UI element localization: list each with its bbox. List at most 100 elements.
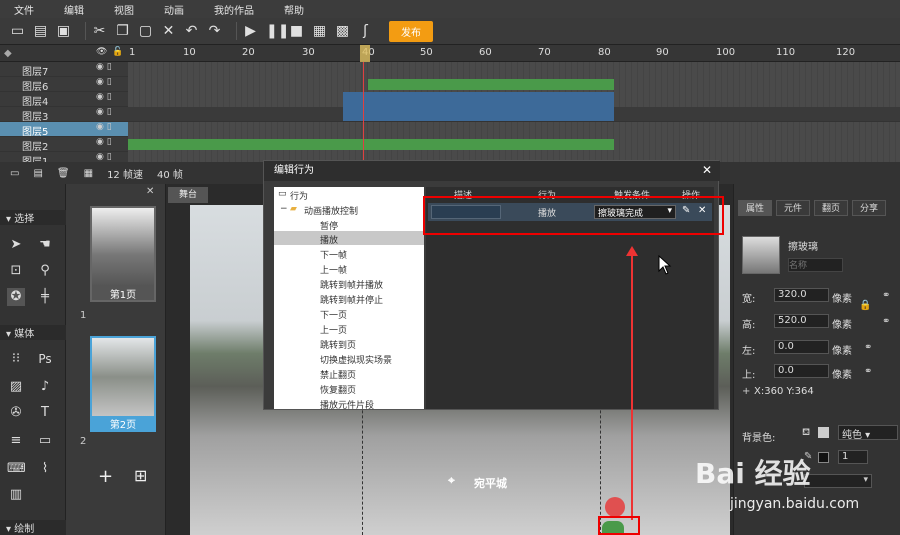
tab-share[interactable]: 分享 [852, 200, 886, 216]
menu-edit[interactable]: 编辑 [64, 2, 84, 17]
layer-frames[interactable] [128, 92, 900, 122]
visibility-lock-icon[interactable]: ◉ ▯ [96, 107, 112, 117]
apps-icon[interactable]: ⁝⁝ [7, 350, 25, 368]
page-thumbnail-selected[interactable]: 第2页 [90, 336, 156, 432]
menu-view[interactable]: 视图 [114, 2, 134, 17]
layer-frames[interactable] [128, 137, 900, 152]
frame-span[interactable] [368, 79, 614, 90]
pause-icon[interactable]: ❚❚ [266, 23, 289, 39]
play-icon[interactable]: ▶ [243, 23, 258, 39]
tree-item[interactable]: 跳转到页 [320, 338, 356, 351]
open-folder-icon[interactable]: ▤ [33, 23, 48, 39]
new-file-icon[interactable]: ▭ [10, 23, 25, 39]
copy-icon[interactable]: ❐ [115, 23, 130, 39]
menu-help[interactable]: 帮助 [284, 2, 304, 17]
link-icon[interactable]: ⚭ [882, 316, 890, 327]
tree-item[interactable]: 上一帧 [320, 263, 347, 276]
arrow-tool-icon[interactable]: ➤ [7, 236, 25, 254]
opacity-input[interactable]: 1 [838, 450, 868, 464]
section-select-header[interactable]: ▾ 选择 [0, 210, 66, 225]
tree-item[interactable]: 上一页 [320, 323, 347, 336]
audio-icon[interactable]: ♪ [36, 378, 54, 396]
visibility-lock-icon[interactable]: ◉ ▯ [96, 77, 112, 87]
star-tool-icon[interactable]: ✪ [7, 288, 25, 306]
layer-row[interactable]: 图层4 ◉ ▯ [0, 92, 900, 122]
text-icon[interactable]: T [36, 404, 54, 422]
collapse-icon[interactable]: − [280, 204, 288, 214]
menu-my-works[interactable]: 我的作品 [214, 2, 254, 17]
tree-item[interactable]: 禁止翻页 [320, 368, 356, 381]
tree-item[interactable]: 下一帧 [320, 248, 347, 261]
tree-item[interactable]: 切换虚拟现实场景 [320, 353, 392, 366]
stop-icon[interactable]: ■ [289, 23, 304, 39]
tree-root[interactable]: 行为 [290, 189, 308, 202]
width-input[interactable]: 320.0 [774, 288, 829, 302]
section-media-header[interactable]: ▾ 媒体 [0, 325, 66, 340]
paste-icon[interactable]: ▢ [138, 23, 153, 39]
layer-frames[interactable] [128, 77, 900, 92]
undo-icon[interactable]: ↶ [184, 23, 199, 39]
transform-tool-icon[interactable]: ⊡ [7, 262, 25, 280]
left-input[interactable]: 0.0 [774, 340, 829, 354]
photoshop-icon[interactable]: Ps [36, 350, 54, 368]
name-input[interactable] [788, 258, 843, 272]
grid-tool-icon[interactable]: ╪ [36, 288, 54, 306]
visibility-lock-icon[interactable]: ◉ ▯ [96, 122, 112, 132]
tree-item-selected[interactable]: 播放 [320, 233, 338, 246]
redo-icon[interactable]: ↷ [207, 23, 222, 39]
menu-animation[interactable]: 动画 [164, 2, 184, 17]
script-icon[interactable]: ʃ [358, 23, 373, 39]
layer-row-selected[interactable]: 图层5 ◉ ▯ [0, 122, 900, 138]
tree-group[interactable]: 动画播放控制 [304, 204, 358, 217]
image-icon[interactable]: ▨ [7, 378, 25, 396]
link-icon[interactable]: ⚭ [882, 290, 890, 301]
bg-type-select[interactable]: 纯色 ▾ [838, 425, 898, 441]
tab-components[interactable]: 元件 [776, 200, 810, 216]
folder-icon[interactable]: ▤ [33, 168, 42, 179]
tab-stage[interactable]: 舞台 [168, 187, 208, 203]
visibility-lock-icon[interactable]: ◉ ▯ [96, 152, 112, 162]
qrcode-icon[interactable]: ▩ [335, 23, 350, 39]
expand-icon[interactable]: + [742, 386, 750, 397]
layer-frames[interactable] [128, 107, 900, 122]
preview-icon[interactable]: ▦ [312, 23, 327, 39]
top-input[interactable]: 0.0 [774, 364, 829, 378]
bg-color-swatch[interactable] [818, 427, 829, 438]
lock-ratio-icon[interactable]: 🔒 [859, 300, 871, 311]
border-color-swatch[interactable] [818, 452, 829, 463]
layer-row[interactable]: 图层6 ◉ ▯ [0, 77, 900, 93]
add-page-icon[interactable]: + [98, 466, 113, 487]
publish-button[interactable]: 发布 [389, 20, 433, 42]
tree-item[interactable]: 跳转到帧并播放 [320, 278, 383, 291]
visibility-lock-icon[interactable]: ◉ ▯ [96, 92, 112, 102]
paint-bucket-icon[interactable]: ⛾ [802, 427, 810, 440]
delete-icon[interactable]: ✕ [161, 23, 176, 39]
link-icon[interactable]: ⚭ [864, 366, 872, 377]
layer-frames[interactable] [128, 122, 900, 137]
tree-item[interactable]: 恢复翻页 [320, 383, 356, 396]
star-marker-icon[interactable] [605, 497, 625, 517]
section-draw-header[interactable]: ▾ 绘制 [0, 520, 66, 535]
barcode-icon[interactable]: ▥ [7, 486, 25, 504]
frame-tools-icon[interactable]: ▦ [84, 168, 93, 179]
save-icon[interactable]: ▣ [56, 23, 71, 39]
frame-span[interactable] [128, 139, 614, 150]
chart-icon[interactable]: ⌇ [36, 460, 54, 478]
tree-item[interactable]: 跳转到帧并停止 [320, 293, 383, 306]
cut-icon[interactable]: ✂ [92, 23, 107, 39]
paragraph-icon[interactable]: ≡ [7, 432, 25, 450]
eye-icon[interactable]: 👁 [96, 47, 107, 57]
visibility-lock-icon[interactable]: ◉ ▯ [96, 62, 112, 72]
zoom-tool-icon[interactable]: ⚲ [36, 262, 54, 280]
timeline-ruler[interactable]: ◆ 👁 🔓 1 10 20 30 40 50 60 70 80 90 100 1… [0, 45, 900, 62]
tree-item[interactable]: 下一页 [320, 308, 347, 321]
playhead[interactable] [360, 45, 370, 62]
height-input[interactable]: 520.0 [774, 314, 829, 328]
tab-properties[interactable]: 属性 [738, 200, 772, 216]
link-icon[interactable]: ⚭ [864, 342, 872, 353]
slideshow-icon[interactable]: ▭ [36, 432, 54, 450]
hand-tool-icon[interactable]: ☚ [36, 236, 54, 254]
border-style-select[interactable]: ▾ [804, 474, 872, 488]
layer-row[interactable]: 图层3 ◉ ▯ [0, 107, 900, 123]
code-icon[interactable]: ⌨ [7, 460, 26, 478]
